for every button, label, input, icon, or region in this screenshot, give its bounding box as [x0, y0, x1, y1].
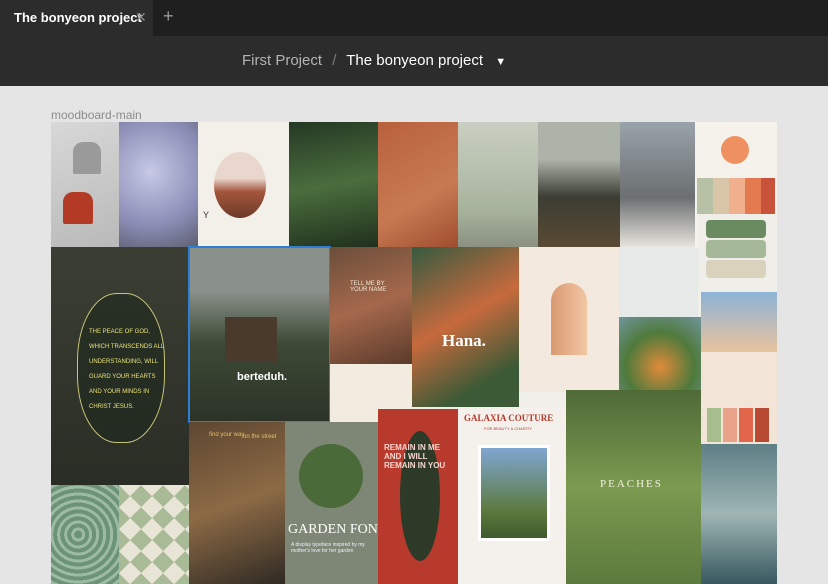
garden-circle: [299, 444, 363, 508]
image-palm-leaves: [289, 122, 378, 247]
garden-subtitle: A display typeface inspired by my mother…: [291, 542, 365, 554]
image-green-swatches: [698, 214, 777, 292]
poem-line-4: GUARD YOUR HEARTS: [89, 374, 156, 380]
image-street-women: find your way on the street: [189, 422, 285, 584]
tab-label: The bonyeon project: [14, 10, 142, 25]
breadcrumb: First Project / The bonyeon project ▼: [242, 52, 506, 69]
peach-swatch-3: [739, 408, 753, 442]
poem-line-2: WHICH TRANSCENDS ALL: [89, 344, 165, 350]
swatch-2: [713, 178, 729, 214]
remain-text: REMAIN IN ME AND I WILL REMAIN IN YOU: [384, 443, 446, 470]
poster-garden-font: GARDEN FONT A display typeface inspired …: [285, 422, 378, 584]
image-topo-pattern: [51, 485, 119, 584]
poster-remain: REMAIN IN ME AND I WILL REMAIN IN YOU: [378, 409, 458, 584]
image-henna-hands: TELL ME BY YOUR NAME: [330, 247, 412, 364]
poster-hana: Hana.: [412, 247, 519, 407]
berteduh-title: berteduh.: [237, 371, 288, 383]
image-wireframe: [619, 247, 698, 317]
galaxia-photo: [478, 445, 550, 541]
swatch-cream: [706, 260, 766, 278]
image-window-view: [620, 122, 695, 247]
swatch-1: [697, 178, 713, 214]
breadcrumb-current[interactable]: The bonyeon project: [346, 52, 483, 69]
tab-bonyeon-project[interactable]: The bonyeon project ✕: [0, 0, 153, 36]
galaxia-subtitle: FOR BEAUTY & CHARITY: [484, 426, 532, 431]
image-orange-texture: [378, 122, 458, 247]
peach-swatch-1: [707, 408, 721, 442]
peach-fruit: [721, 136, 749, 164]
swatch-4: [745, 178, 761, 214]
image-flowers: [119, 122, 198, 247]
file-header: First Project / The bonyeon project ▼: [0, 36, 828, 86]
poster-galaxia: GALAXIA COUTURE FOR BEAUTY & CHARITY: [458, 407, 566, 584]
swatch-sage: [706, 240, 766, 258]
frame-label[interactable]: moodboard-main: [51, 108, 142, 122]
poem-line-3: UNDERSTANDING, WILL: [89, 359, 159, 365]
galaxia-title: GALAXIA COUTURE: [464, 413, 554, 423]
image-peach-board: [701, 352, 777, 444]
image-still-life: [458, 122, 538, 247]
image-teal-abstract: [701, 444, 777, 584]
arch: [551, 283, 587, 355]
oval-landscape: [214, 152, 266, 218]
chair-red: [63, 192, 93, 224]
poem-line-1: THE PEACE OF GOD,: [89, 329, 151, 335]
peach-swatch-2: [723, 408, 737, 442]
breadcrumb-parent[interactable]: First Project: [242, 52, 322, 69]
swatch-5: [761, 178, 775, 214]
hana-title: Hana.: [442, 331, 486, 350]
image-argyle: [119, 485, 189, 584]
image-palm-coast: [701, 292, 777, 352]
image-poster-oval: Y: [198, 122, 289, 247]
peach-swatch-4: [755, 408, 769, 442]
poem-line-6: CHRIST JESUS.: [89, 404, 134, 410]
breadcrumb-separator: /: [332, 52, 337, 69]
house: [225, 317, 277, 361]
poster-arch: [519, 247, 619, 392]
image-chairs: [51, 122, 119, 247]
chair-grey: [73, 142, 101, 174]
swatch-3: [729, 178, 745, 214]
peaches-title: PEACHES: [600, 478, 663, 490]
on-the-street: on the street: [243, 434, 277, 440]
close-icon[interactable]: ✕: [135, 9, 147, 26]
find-your-way: find your way: [209, 432, 245, 438]
moodboard-frame[interactable]: Y THE PEACE OF GOD, WHICH TRANSCENDS ALL…: [51, 122, 777, 584]
image-peaches-garden: PEACHES: [566, 390, 701, 584]
poem-line-5: AND YOUR MINDS IN: [89, 389, 150, 395]
tab-bar: The bonyeon project ✕ +: [0, 0, 828, 36]
poster-letter: Y: [203, 210, 210, 220]
poster-peace-of-god: THE PEACE OF GOD, WHICH TRANSCENDS ALL U…: [51, 247, 189, 485]
chevron-down-icon[interactable]: ▼: [495, 56, 506, 68]
garden-title: GARDEN FONT: [288, 522, 378, 537]
plus-icon[interactable]: +: [163, 6, 174, 27]
image-mountains: [538, 122, 620, 247]
poster-oval: [77, 293, 165, 443]
swatch-green: [706, 220, 766, 238]
tell-me-text: TELL ME BY YOUR NAME: [350, 281, 387, 293]
image-berteduh-selected[interactable]: berteduh.: [188, 246, 331, 423]
